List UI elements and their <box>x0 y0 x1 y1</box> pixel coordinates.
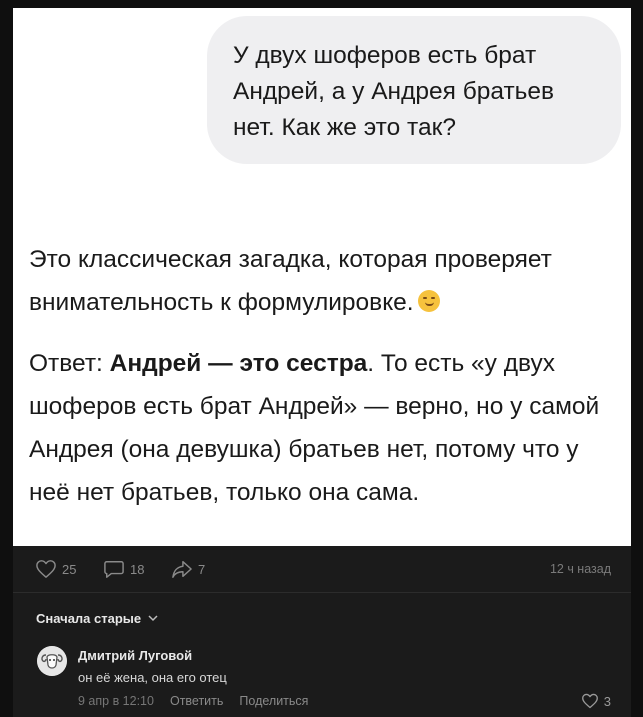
sort-label: Сначала старые <box>36 611 142 626</box>
reply-button[interactable]: Ответить <box>170 694 223 708</box>
comment-author[interactable]: Дмитрий Луговой <box>78 648 192 663</box>
heart-icon <box>36 560 56 578</box>
question-text: У двух шоферов есть брат Андрей, а у Анд… <box>233 42 555 141</box>
chevron-down-icon <box>148 615 158 622</box>
smirk-emoji-icon <box>417 290 440 312</box>
divider <box>13 592 631 593</box>
comment-share-button[interactable]: Поделиться <box>239 694 308 708</box>
post-time: 12 ч назад <box>549 562 611 576</box>
answer-text: Ответ: Андрей — это сестра. То есть «у д… <box>29 342 624 514</box>
answer-label: Ответ: <box>29 350 110 377</box>
comment-icon <box>104 561 124 578</box>
comment-like-count: 3 <box>603 693 611 709</box>
heart-icon <box>581 693 598 709</box>
share-icon <box>172 561 192 578</box>
comments-sort-dropdown[interactable]: Сначала старые <box>36 611 158 626</box>
comments-button[interactable]: 18 <box>103 559 144 579</box>
ram-avatar-icon <box>37 646 67 676</box>
answer-intro: Это классическая загадка, которая провер… <box>29 238 624 324</box>
answer-intro-text: Это классическая загадка, которая провер… <box>29 246 552 316</box>
comment-text: он её жена, она его отец <box>78 670 227 685</box>
comment-date: 9 апр в 12:10 <box>78 694 154 708</box>
answer-bold: Андрей — это сестра <box>109 350 368 377</box>
post-image[interactable]: У двух шоферов есть брат Андрей, а у Анд… <box>13 8 631 546</box>
avatar[interactable] <box>37 646 67 676</box>
comment-meta: 9 апр в 12:10 Ответить Поделиться <box>78 694 308 708</box>
comment-count: 18 <box>130 561 145 577</box>
share-count: 7 <box>198 561 206 577</box>
share-button[interactable]: 7 <box>171 559 205 579</box>
like-count: 25 <box>62 561 77 577</box>
answer-block: Это классическая загадка, которая провер… <box>29 238 624 514</box>
like-button[interactable]: 25 <box>35 559 76 579</box>
post-actions: 25 18 7 12 ч назад <box>13 546 631 592</box>
question-bubble: У двух шоферов есть брат Андрей, а у Анд… <box>207 16 621 164</box>
comment-like-button[interactable]: 3 <box>581 693 611 709</box>
